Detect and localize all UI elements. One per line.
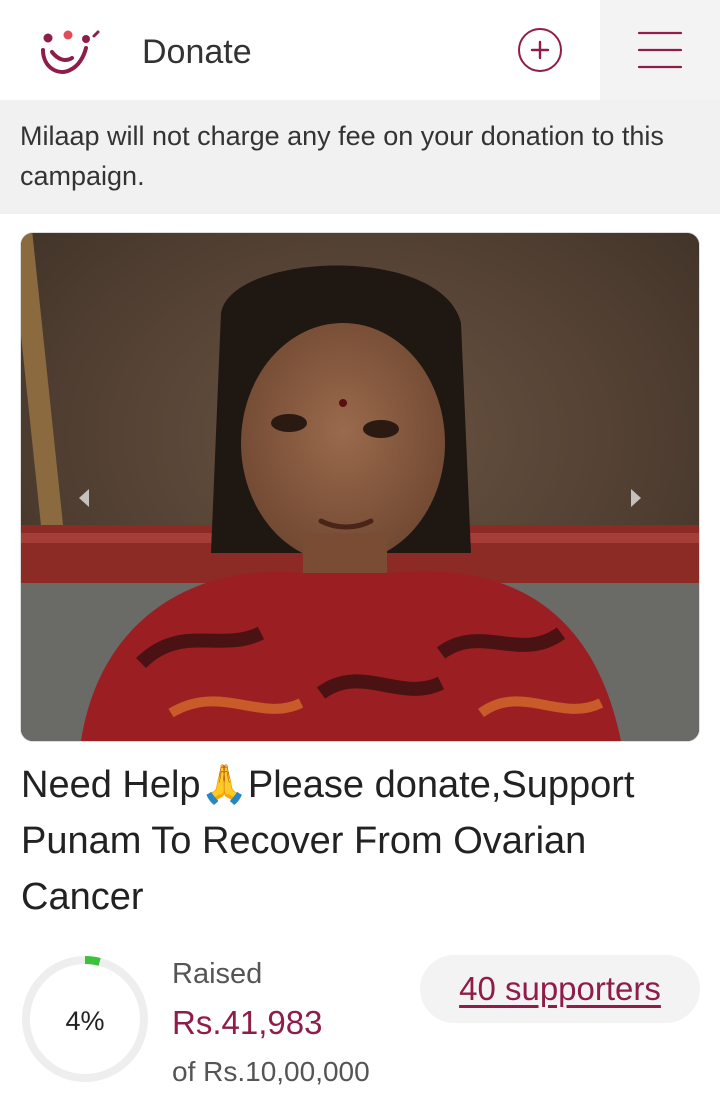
carousel-prev-button[interactable] — [56, 470, 112, 526]
progress-percent: 4% — [65, 1006, 105, 1036]
menu-button[interactable] — [600, 0, 720, 100]
page-title: Donate — [142, 33, 252, 71]
fee-notice-text: Milaap will not charge any fee on your d… — [20, 121, 664, 191]
raised-label: Raised — [172, 958, 263, 990]
chevron-right-icon — [631, 489, 641, 507]
supporters-link[interactable]: 40 supporters — [459, 970, 661, 1008]
plus-icon — [530, 40, 550, 60]
campaign-photo-image — [21, 233, 699, 741]
supporters-pill[interactable]: 40 supporters — [420, 955, 700, 1023]
campaign-photo[interactable] — [21, 233, 699, 741]
goal-amount: of Rs.10,00,000 — [172, 1056, 370, 1087]
fee-notice-banner: Milaap will not charge any fee on your d… — [0, 100, 720, 214]
milaap-logo-icon[interactable] — [34, 26, 106, 82]
hamburger-menu-icon — [637, 31, 683, 69]
start-fundraiser-button[interactable] — [518, 28, 562, 72]
campaign-title: Need Help🙏Please donate,Support Punam To… — [21, 764, 635, 918]
raised-amount: Rs.41,983 — [172, 1004, 323, 1041]
chevron-left-icon — [79, 489, 89, 507]
app-header: Donate — [0, 0, 720, 100]
carousel-next-button[interactable] — [608, 470, 664, 526]
